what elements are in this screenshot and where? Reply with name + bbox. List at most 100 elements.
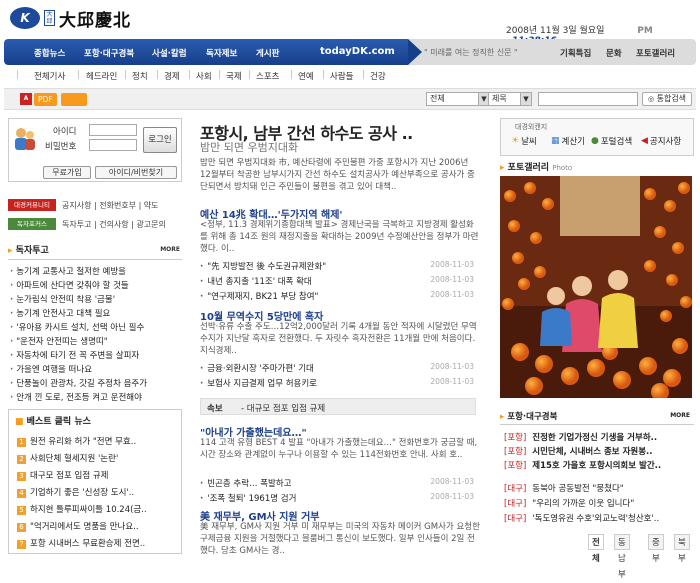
tab-all[interactable]: 전체 bbox=[588, 534, 604, 564]
subnav-people[interactable]: 사람들 bbox=[330, 70, 353, 82]
subnav-headline[interactable]: 헤드라인 bbox=[86, 70, 117, 82]
speaker-icon: ◀ bbox=[641, 136, 648, 146]
subnav-all[interactable]: 전체기사 bbox=[34, 70, 65, 82]
find-account-button[interactable]: 아이디/비번찾기 bbox=[95, 166, 177, 179]
subnav-world[interactable]: 국제 bbox=[226, 70, 242, 82]
nav-item-board[interactable]: 게시판 bbox=[256, 47, 279, 59]
nav-item-culture[interactable]: 문화 bbox=[606, 47, 622, 59]
nav-item-pohang[interactable]: 포항·대구경북 bbox=[84, 47, 134, 59]
rank-4: 4 bbox=[17, 489, 26, 498]
article-link[interactable]: '조폭 철퇴' 1961명 검거 2008-11-03 bbox=[200, 492, 474, 504]
password-input[interactable] bbox=[89, 139, 137, 151]
id-input[interactable] bbox=[89, 124, 137, 136]
article-date: 2008-11-03 bbox=[430, 260, 474, 269]
list-item[interactable]: 가을엔 여행을 떠나요 bbox=[10, 363, 92, 375]
list-item[interactable]: 눈가림식 안전띠 착용 '금물' bbox=[10, 293, 115, 305]
subnav-society[interactable]: 사회 bbox=[196, 70, 212, 82]
best-item[interactable]: 3 대구모 점포 입점 규제 bbox=[17, 469, 109, 481]
list-item[interactable]: 아파트에 산다면 갖춰야 할 것들 bbox=[10, 279, 128, 291]
notice-link[interactable]: ◀ 공지사항 bbox=[641, 135, 681, 147]
search-scope-select[interactable]: 전체 ▼ bbox=[426, 92, 490, 106]
community-links[interactable]: 공지사항 | 전화번호부 | 약도 bbox=[62, 200, 159, 211]
article-link[interactable]: 빈곤층 추락… 폭발하고 2008-11-03 bbox=[200, 477, 474, 489]
regional-news-item[interactable]: [포항] 진정한 기업가정신 기생을 거부하.. bbox=[504, 431, 657, 443]
more-link[interactable]: MORE bbox=[160, 246, 180, 253]
rank-3: 3 bbox=[17, 472, 26, 481]
best-item[interactable]: 5 하지현 틀루피싸이틀 10.24(금.. bbox=[17, 503, 147, 515]
news-text: 제15호 가을호 포항시의회보 발간.. bbox=[532, 461, 662, 471]
regional-news-item[interactable]: [대구] "우리의 가까운 이웃 입니다" bbox=[504, 497, 634, 509]
regional-news-item[interactable]: [포항] 제15호 가을호 포항시의회보 발간.. bbox=[504, 459, 661, 471]
list-item[interactable]: "운전자 안전띠는 생명띠" bbox=[10, 335, 107, 347]
tab-north[interactable]: 북부 bbox=[674, 534, 690, 564]
article-link[interactable]: 금융·외환시장 '주마가편' 기대 2008-11-03 bbox=[200, 362, 474, 374]
site-logo[interactable]: K 大邱 大邱慶北 bbox=[10, 6, 131, 31]
regional-news-item[interactable]: [포항] 시민단체, 시내버스 종보 자원봉.. bbox=[504, 445, 653, 457]
list-item[interactable]: 자동차에 타기 전 꼭 주변을 살피자 bbox=[10, 349, 139, 361]
best-item[interactable]: 2 사회단체 혈세지원 '논란' bbox=[17, 452, 118, 464]
logo-text: 大邱慶北 bbox=[59, 10, 131, 31]
article-text: "先 지방발전 後 수도권규제완화" bbox=[207, 262, 327, 272]
tab-southeast[interactable]: 동남부 bbox=[614, 534, 630, 580]
regional-news-item[interactable]: [대구] 동북아 공동발전 "뭉쳤다" bbox=[504, 482, 624, 494]
subnav-sports[interactable]: 스포츠 bbox=[256, 70, 279, 82]
pdf-button[interactable]: A PDF bbox=[20, 92, 87, 106]
subnav-economy[interactable]: 경제 bbox=[164, 70, 180, 82]
list-item[interactable]: 단풍놀이 관광차, 갓길 주정차 음주가 bbox=[10, 377, 147, 389]
chevron-down-icon: ▼ bbox=[520, 93, 531, 105]
nav-item-special[interactable]: 기획특집 bbox=[560, 47, 591, 59]
news-text: '독도영유권 수호'외교노력'청산호'.. bbox=[532, 514, 660, 524]
list-item[interactable]: '유아용 카시트 설치, 선택 아닌 필수 bbox=[10, 321, 144, 333]
regional-news-item[interactable]: [대구] '독도영유권 수호'외교노력'청산호'.. bbox=[504, 512, 659, 524]
subnav-politics[interactable]: 정치 bbox=[132, 70, 148, 82]
article-link[interactable]: "先 지방발전 後 수도권규제완화" 2008-11-03 bbox=[200, 260, 474, 272]
community-tag: 대경커뮤니티 bbox=[8, 199, 56, 211]
article-date: 2008-11-03 bbox=[430, 377, 474, 386]
portal-search-link[interactable]: ● 포털검색 bbox=[591, 135, 632, 147]
subnav-sep: | bbox=[290, 70, 294, 80]
toolbar: A PDF 전체 ▼ 제목 ▼ ◎ 통합검색 bbox=[4, 88, 696, 110]
weather-link[interactable]: ☀ 날씨 bbox=[511, 135, 537, 147]
list-item[interactable]: 안개 낀 도로, 전조등 켜고 운전해야 bbox=[10, 391, 142, 403]
orange-tab[interactable] bbox=[60, 92, 87, 106]
search-button-label: 통합검색 bbox=[656, 94, 687, 103]
nav-item-editorial[interactable]: 사설·칼럼 bbox=[152, 47, 187, 59]
news-text: 진정한 기업가정신 기생을 거부하.. bbox=[532, 433, 658, 443]
nav-item-report[interactable]: 독자제보 bbox=[206, 47, 237, 59]
search-button[interactable]: ◎ 통합검색 bbox=[642, 92, 692, 106]
subnav-health[interactable]: 건강 bbox=[370, 70, 386, 82]
regional-news-title[interactable]: 포항·대구경북 bbox=[507, 412, 557, 422]
login-button[interactable]: 로그인 bbox=[143, 127, 177, 153]
breaking-news-bar[interactable]: 속보 - 대규모 점포 입점 규제 bbox=[200, 398, 476, 415]
nav-brand[interactable]: todayDK.com bbox=[320, 46, 395, 57]
list-item[interactable]: 농기계 안전사고 대책 필요 bbox=[10, 307, 110, 319]
logo-small-text: 大邱 bbox=[44, 10, 55, 26]
article-link[interactable]: "연구제재지, BK21 부당 참여" 2008-11-03 bbox=[200, 290, 474, 302]
article-link[interactable]: 내년 총지출 '11조' 대폭 확대 2008-11-03 bbox=[200, 275, 474, 287]
gallery-photo[interactable] bbox=[500, 176, 692, 398]
nav-item-photo[interactable]: 포토갤러리 bbox=[636, 47, 675, 59]
article-text: 금융·외환시장 '주마가편' 기대 bbox=[207, 364, 314, 374]
reader-focus-links[interactable]: 독자투고 | 건의사항 | 광고문의 bbox=[62, 219, 166, 230]
photo-gallery-title[interactable]: 포토갤러리 bbox=[508, 163, 549, 173]
best-news-title-text: 베스트 클릭 뉴스 bbox=[26, 417, 91, 427]
nav-item-news[interactable]: 종합뉴스 bbox=[34, 47, 65, 59]
tab-central[interactable]: 중부 bbox=[648, 534, 664, 564]
more-link[interactable]: MORE bbox=[670, 412, 690, 419]
best-item[interactable]: 4 기업하기 좋은 '신성장 도시'.. bbox=[17, 486, 134, 498]
best-item[interactable]: 6 "억거리에서도 명품을 만나요.. bbox=[17, 520, 139, 532]
best-item[interactable]: 7 포항 시내버스 무료환승제 전면.. bbox=[17, 537, 145, 549]
calculator-link[interactable]: ▦ 계산기 bbox=[551, 135, 585, 147]
best-item[interactable]: 1 원전 유리화 허가 "전면 무효.. bbox=[17, 435, 136, 447]
weather-label: 날씨 bbox=[521, 137, 537, 147]
news-text: 시민단체, 시내버스 종보 자원봉.. bbox=[532, 447, 653, 457]
top-subhead: 밤만 되면 우범지대화 bbox=[200, 141, 299, 154]
best-item-text: "억거리에서도 명품을 만나요.. bbox=[30, 522, 139, 532]
search-field-select[interactable]: 제목 ▼ bbox=[488, 92, 532, 106]
join-button[interactable]: 무료가입 bbox=[43, 166, 91, 179]
list-item[interactable]: 농기계 교통사고 철저한 예방을 bbox=[10, 265, 126, 277]
article-link[interactable]: 보험사 지급결제 업무 허용키로 2008-11-03 bbox=[200, 377, 474, 389]
search-input[interactable] bbox=[538, 92, 638, 106]
subnav-entertainment[interactable]: 연예 bbox=[298, 70, 314, 82]
utility-menu-caption: 대경외캔지 bbox=[515, 123, 548, 131]
